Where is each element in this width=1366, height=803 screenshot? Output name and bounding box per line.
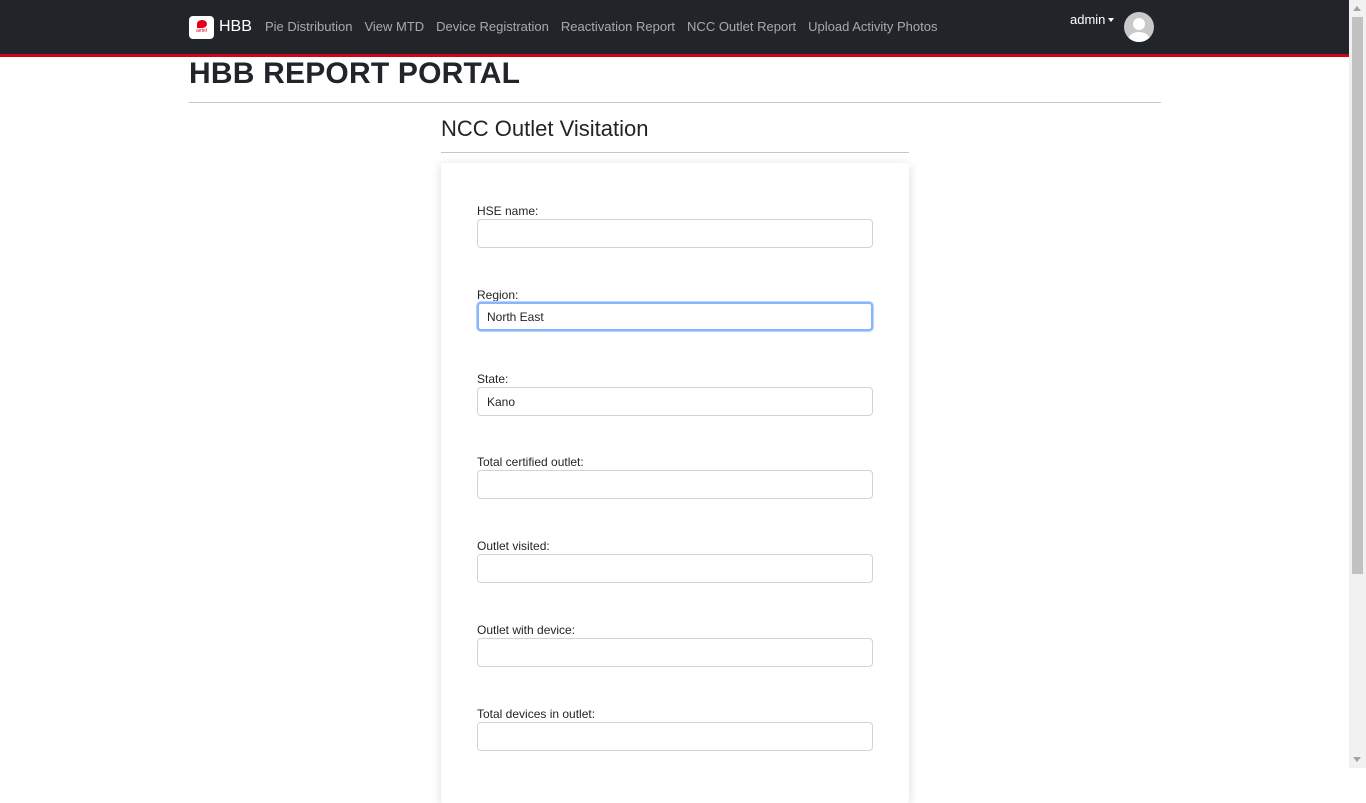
scrollbar-thumb[interactable] [1352, 17, 1363, 574]
total-certified-outlet-label: Total certified outlet: [477, 455, 584, 469]
scroll-up-arrow-icon[interactable] [1353, 6, 1361, 11]
page-divider [189, 102, 1161, 103]
outlet-with-device-input[interactable] [477, 638, 873, 667]
scroll-down-arrow-icon[interactable] [1353, 757, 1361, 762]
outlet-with-device-label: Outlet with device: [477, 623, 576, 637]
nav-link-device-registration[interactable]: Device Registration [430, 17, 555, 37]
total-devices-in-outlet-input[interactable] [477, 722, 873, 751]
total-devices-in-outlet-label: Total devices in outlet: [477, 707, 596, 721]
nav-link-ncc-outlet-report[interactable]: NCC Outlet Report [681, 17, 802, 37]
nav-links: Pie Distribution View MTD Device Registr… [259, 17, 944, 37]
nav-link-upload-activity-photos[interactable]: Upload Activity Photos [802, 17, 943, 37]
state-input[interactable] [477, 387, 873, 416]
brand-link[interactable]: airtel HBB [189, 15, 252, 39]
nav-link-view-mtd[interactable]: View MTD [358, 17, 430, 37]
airtel-logo-icon: airtel [189, 15, 214, 39]
hse-name-input[interactable] [477, 219, 873, 248]
outlet-visited-input[interactable] [477, 554, 873, 583]
user-dropdown-toggle[interactable]: admin [1070, 12, 1115, 27]
user-avatar[interactable] [1124, 12, 1154, 42]
nav-link-pie-distribution[interactable]: Pie Distribution [259, 17, 358, 37]
outlet-visited-label: Outlet visited: [477, 539, 550, 553]
brand-name[interactable]: HBB [219, 18, 252, 36]
form-title: NCC Outlet Visitation [441, 116, 649, 141]
top-navbar: airtel HBB Pie Distribution View MTD Dev… [0, 0, 1349, 57]
state-label: State: [477, 372, 509, 386]
nav-link-reactivation-report[interactable]: Reactivation Report [555, 17, 681, 37]
form-card: HSE name: Region: State: Total certified… [441, 163, 909, 803]
caret-down-icon [1108, 17, 1115, 22]
page-scrollbar[interactable] [1349, 0, 1366, 768]
region-label: Region: [477, 288, 519, 302]
page-title: HBB REPORT PORTAL [189, 57, 521, 90]
user-name: admin [1070, 12, 1106, 27]
hse-name-label: HSE name: [477, 204, 539, 218]
region-input[interactable] [477, 302, 873, 331]
total-certified-outlet-input[interactable] [477, 470, 873, 499]
form-divider [441, 152, 909, 153]
